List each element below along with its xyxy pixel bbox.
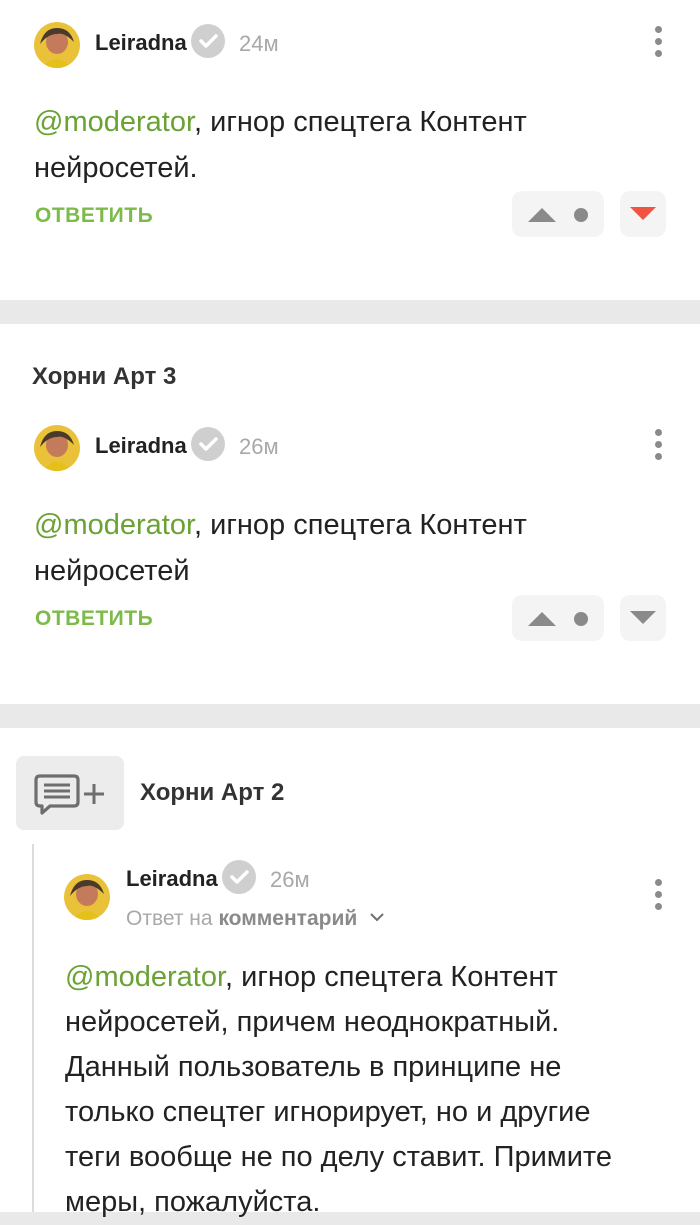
reply-to-prefix: Ответ на	[126, 907, 213, 930]
comment-text: @moderator, игнор спецтега Контент нейро…	[65, 955, 685, 1225]
downvote-icon	[630, 207, 656, 220]
avatar[interactable]	[64, 874, 110, 920]
comment-text: @moderator, игнор спецтега Контент нейро…	[34, 99, 674, 191]
rating-dot	[574, 612, 588, 626]
vote-controls	[512, 595, 604, 641]
comment-card: Хорни Арт 2 Leiradna 26м Ответ на коммен…	[0, 728, 700, 1218]
downvote-button[interactable]	[620, 595, 666, 641]
post-title[interactable]: Хорни Арт 2	[140, 779, 284, 807]
mention-link[interactable]: @moderator	[34, 106, 194, 138]
comment-text-line: только спецтег игнорирует, но и другие	[65, 1096, 591, 1128]
more-options-icon[interactable]	[644, 429, 674, 463]
vote-controls	[512, 191, 604, 237]
timestamp: 24м	[239, 31, 279, 56]
comment-text-line: меры, пожалуйста.	[65, 1186, 321, 1218]
verified-icon	[191, 427, 225, 461]
downvote-button[interactable]	[620, 191, 666, 237]
mention-link[interactable]: @moderator	[65, 961, 225, 993]
timestamp: 26м	[270, 867, 310, 892]
thread-line	[32, 844, 34, 1212]
mention-link[interactable]: @moderator	[34, 509, 194, 541]
comment-text: @moderator, игнор спецтега Контент нейро…	[34, 502, 674, 594]
avatar[interactable]	[34, 425, 80, 471]
downvote-icon	[630, 611, 656, 624]
comment-text-line: нейросетей.	[34, 152, 198, 184]
reply-to-link[interactable]: комментарий	[218, 907, 357, 930]
comment-text-line: нейросетей	[34, 555, 190, 587]
author-name[interactable]: Leiradna	[126, 866, 218, 892]
reply-button[interactable]: ОТВЕТИТЬ	[35, 204, 153, 228]
post-title[interactable]: Хорни Арт 3	[32, 363, 176, 391]
reply-to-line: Ответ на комментарий	[126, 907, 385, 931]
more-options-icon[interactable]	[644, 26, 674, 60]
author-name[interactable]: Leiradna	[95, 30, 187, 56]
verified-icon	[222, 860, 256, 894]
upvote-icon[interactable]	[528, 208, 556, 222]
comment-text-line: , игнор спецтега Контент	[225, 961, 558, 993]
verified-icon	[191, 24, 225, 58]
comment-text-line: теги вообще не по делу ставит. Примите	[65, 1141, 613, 1173]
reply-button[interactable]: ОТВЕТИТЬ	[35, 607, 153, 631]
comment-text-line: Данный пользователь в принципе не	[65, 1051, 562, 1083]
rating-dot	[574, 208, 588, 222]
timestamp: 26м	[239, 434, 279, 459]
comment-card: Leiradna 24м @moderator, игнор спецтега …	[0, 0, 700, 300]
author-name[interactable]: Leiradna	[95, 433, 187, 459]
comment-text-line: , игнор спецтега Контент	[194, 106, 527, 138]
upvote-icon[interactable]	[528, 612, 556, 626]
more-options-icon[interactable]	[644, 879, 674, 913]
comment-text-line: , игнор спецтега Контент	[194, 509, 527, 541]
comment-text-line: нейросетей, причем неоднократный.	[65, 1006, 560, 1038]
add-comment-button[interactable]	[16, 756, 124, 830]
comment-plus-icon	[34, 774, 104, 815]
chevron-down-icon[interactable]	[369, 911, 385, 923]
comment-card: Хорни Арт 3 Leiradna 26м @moderator, игн…	[0, 324, 700, 704]
avatar[interactable]	[34, 22, 80, 68]
